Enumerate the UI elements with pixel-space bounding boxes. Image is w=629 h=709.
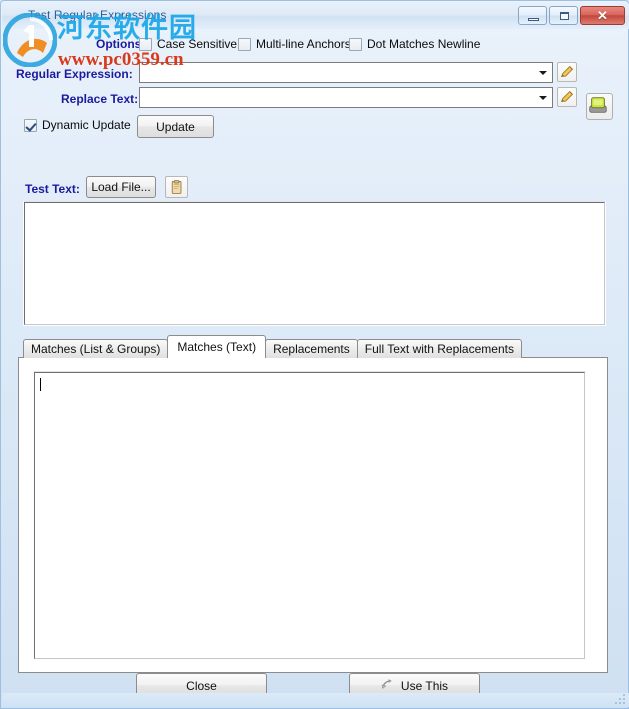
regex-library-button[interactable] — [586, 93, 613, 120]
test-text-area-inner[interactable] — [24, 202, 605, 325]
replace-text-label: Replace Text: — [61, 92, 139, 106]
edit-regex-button[interactable] — [557, 62, 577, 82]
multiline-anchors-label: Multi-line Anchors — [256, 37, 351, 51]
window-controls: ✕ — [518, 6, 625, 25]
dot-matches-newline-label: Dot Matches Newline — [367, 37, 481, 51]
title-bar: Test Regular Expressions ✕ — [2, 2, 629, 29]
minimize-button[interactable] — [518, 6, 547, 25]
tab-full-text-with-replacements[interactable]: Full Text with Replacements — [356, 339, 522, 358]
results-text-area[interactable] — [33, 371, 586, 660]
clipboard-paste-icon — [171, 180, 182, 194]
window-title: Test Regular Expressions — [28, 8, 167, 22]
replace-text-input[interactable] — [142, 89, 534, 108]
tab-matches-list-groups[interactable]: Matches (List & Groups) — [23, 339, 169, 358]
update-button[interactable]: Update — [137, 115, 214, 138]
maximize-icon — [560, 12, 569, 20]
replace-text-combo[interactable] — [139, 87, 553, 108]
tab-label: Replacements — [273, 342, 350, 356]
case-sensitive-checkbox[interactable] — [139, 38, 152, 51]
tab-label: Matches (List & Groups) — [31, 342, 161, 356]
edit-pencil-icon — [560, 90, 574, 103]
results-tabstrip: Matches (List & Groups) Matches (Text) R… — [23, 335, 522, 358]
results-text-area-inner[interactable] — [34, 372, 585, 659]
use-this-label: Use This — [400, 678, 449, 693]
case-sensitive-label: Case Sensitive — [157, 37, 238, 51]
edit-pencil-icon — [560, 65, 574, 78]
regular-expression-input[interactable] — [142, 64, 534, 83]
tab-label: Matches (Text) — [177, 340, 257, 354]
application-window: Test Regular Expressions ✕ 河东软件园 www.pc0… — [0, 0, 629, 709]
tab-replacements[interactable]: Replacements — [265, 339, 358, 358]
window-frame: Test Regular Expressions ✕ 河东软件园 www.pc0… — [0, 0, 629, 709]
replace-chevron-down-icon[interactable] — [534, 88, 552, 107]
use-this-cursor-icon — [381, 679, 392, 689]
tab-label: Full Text with Replacements — [364, 342, 514, 356]
dynamic-update-checkbox[interactable] — [24, 119, 37, 132]
regex-library-icon — [589, 97, 607, 113]
options-label: Options: — [96, 37, 146, 51]
minimize-icon — [528, 18, 539, 21]
dot-matches-newline-checkbox[interactable] — [349, 38, 362, 51]
maximize-button[interactable] — [549, 6, 578, 25]
regular-expression-combo[interactable] — [139, 62, 553, 83]
regular-expression-label: Regular Expression: — [16, 67, 133, 81]
results-tab-panel — [18, 357, 608, 673]
tab-matches-text[interactable]: Matches (Text) — [167, 335, 267, 358]
text-caret — [40, 378, 41, 391]
load-file-button[interactable]: Load File... — [86, 176, 156, 198]
edit-replace-button[interactable] — [557, 87, 577, 107]
regex-chevron-down-icon[interactable] — [534, 63, 552, 82]
test-text-area[interactable] — [23, 201, 606, 326]
paste-test-text-button[interactable] — [165, 176, 188, 198]
close-icon: ✕ — [597, 8, 608, 23]
client-area: Options: Case Sensitive Multi-line Ancho… — [8, 29, 623, 701]
dynamic-update-label: Dynamic Update — [42, 118, 131, 132]
status-bar — [2, 693, 629, 707]
close-window-button[interactable]: ✕ — [580, 6, 625, 25]
resize-grip[interactable] — [614, 693, 626, 705]
multiline-anchors-checkbox[interactable] — [238, 38, 251, 51]
test-text-label: Test Text: — [25, 182, 80, 196]
